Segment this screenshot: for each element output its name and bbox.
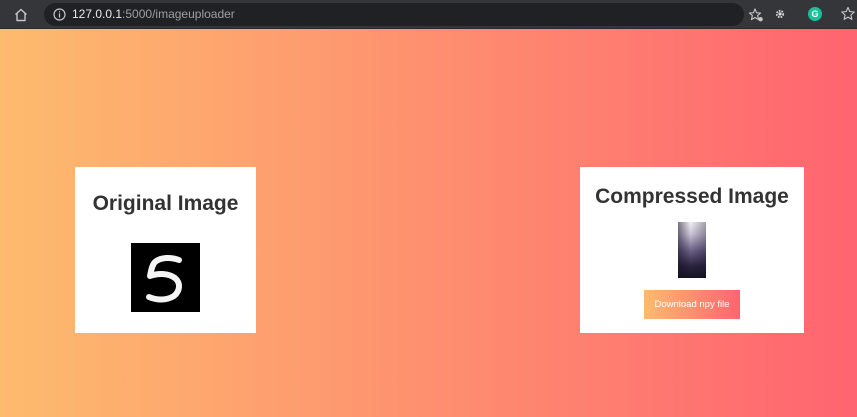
info-icon[interactable] [53,8,66,21]
extension-gear-icon[interactable] [773,7,787,21]
url-path: :5000/imageuploader [122,7,235,21]
url-text[interactable]: 127.0.0.1:5000/imageuploader [72,7,235,22]
bookmarks-icon[interactable] [840,6,856,22]
address-bar[interactable]: 127.0.0.1:5000/imageuploader [44,3,763,26]
original-image-title: Original Image [92,192,239,215]
home-icon[interactable] [13,7,29,23]
compressed-image-title: Compressed Image [595,185,789,208]
compressed-image-shading [678,222,706,278]
star-tag-icon[interactable] [748,7,764,23]
page-background: Original Image Compressed Image Download… [0,29,857,417]
download-npy-button[interactable]: Download npy file [644,290,740,319]
original-image-card: Original Image [75,167,256,333]
compressed-image [678,222,706,278]
compressed-image-card: Compressed Image Download npy file [580,167,804,333]
original-digit-image [131,243,200,312]
url-host: 127.0.0.1 [72,7,123,21]
digit-five-drawing [146,254,182,303]
grammarly-icon[interactable]: G [808,7,822,21]
browser-toolbar: 127.0.0.1:5000/imageuploader G [0,0,857,29]
